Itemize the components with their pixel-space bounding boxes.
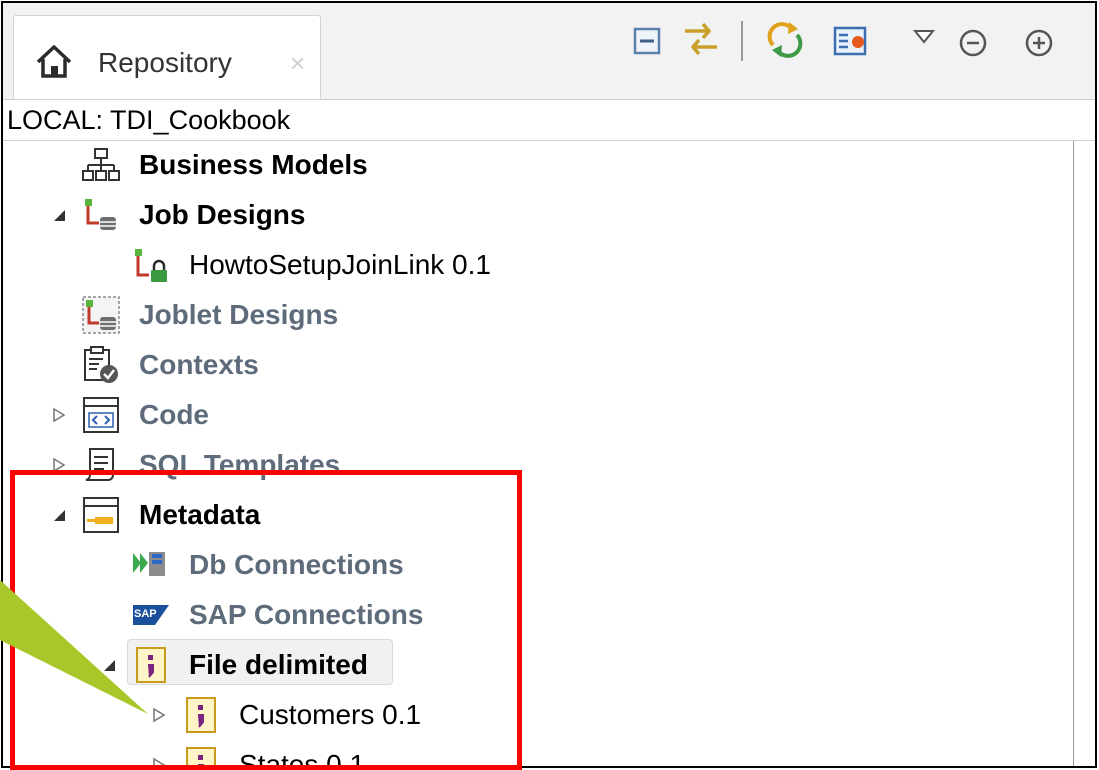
tree-item-db-connections[interactable]: Db Connections — [3, 541, 1073, 589]
sql-templates-icon — [81, 445, 121, 485]
tree-item-label: Joblet Designs — [139, 299, 339, 330]
zoom-in-icon[interactable] — [1021, 23, 1057, 63]
tree-item-label: SAP Connections — [189, 599, 424, 630]
tree-item-job[interactable]: HowtoSetupJoinLink 0.1 — [3, 241, 1073, 289]
repository-path-bar: LOCAL: TDI_Cookbook — [3, 99, 1095, 141]
hierarchy-icon — [81, 145, 121, 185]
tree-item-label: States 0.1 — [239, 749, 366, 768]
locked-job-icon — [131, 245, 171, 285]
tree-item-sql-templates[interactable]: SQL Templates — [3, 441, 1073, 489]
tree-item-contexts[interactable]: Contexts — [3, 341, 1073, 389]
tree-item-label: Business Models — [139, 149, 368, 180]
tree-item-label: Job Designs — [139, 199, 306, 230]
repository-path-label: LOCAL: TDI_Cookbook — [7, 105, 291, 135]
expanded-arrow-icon[interactable] — [101, 657, 117, 673]
refresh-icon[interactable] — [763, 19, 807, 59]
tab-label: Repository — [98, 47, 232, 78]
vertical-scrollbar[interactable] — [1073, 141, 1095, 766]
repository-panel: Repository × LOCAL: TDI_Cookbook Busines… — [1, 1, 1097, 768]
tree-item-label: Metadata — [139, 499, 261, 530]
home-icon — [34, 42, 74, 80]
tree-item-metadata[interactable]: Metadata — [3, 491, 1073, 539]
file-delimited-icon — [181, 695, 221, 735]
tree-item-label: SQL Templates — [139, 449, 341, 480]
dropdown-triangle-icon[interactable] — [909, 17, 939, 57]
collapsed-arrow-icon[interactable] — [151, 707, 167, 723]
tree-item-code[interactable]: Code — [3, 391, 1073, 439]
tree-item-label: Db Connections — [189, 549, 404, 580]
toolbar-separator — [741, 21, 743, 61]
link-with-editor-icon[interactable] — [679, 19, 723, 59]
repository-tree: Business Models Job Designs HowtoSetupJo… — [3, 141, 1095, 768]
tree-item-sap-connections[interactable]: SAP SAP Connections — [3, 591, 1073, 639]
joblet-designs-icon — [81, 295, 121, 335]
code-icon — [81, 395, 121, 435]
collapse-all-icon[interactable] — [627, 21, 667, 61]
file-delimited-icon — [131, 645, 171, 685]
job-designs-icon — [81, 195, 121, 235]
tree-item-states[interactable]: States 0.1 — [3, 741, 1073, 768]
collapsed-arrow-icon[interactable] — [51, 407, 67, 423]
expanded-arrow-icon[interactable] — [51, 207, 67, 223]
tree-item-job-designs[interactable]: Job Designs — [3, 191, 1073, 239]
view-menu-icon[interactable] — [829, 21, 873, 61]
contexts-icon — [81, 345, 121, 385]
tree-item-joblet-designs[interactable]: Joblet Designs — [3, 291, 1073, 339]
expanded-arrow-icon[interactable] — [51, 507, 67, 523]
sap-icon: SAP — [131, 595, 171, 635]
metadata-icon — [81, 495, 121, 535]
tree-item-label: HowtoSetupJoinLink 0.1 — [189, 249, 491, 280]
panel-header: Repository × — [3, 3, 1095, 99]
collapsed-arrow-icon[interactable] — [51, 457, 67, 473]
tab-repository[interactable]: Repository × — [13, 15, 321, 99]
collapsed-arrow-icon[interactable] — [151, 757, 167, 766]
tree-item-label: Code — [139, 399, 209, 430]
tree-item-label: File delimited — [189, 649, 368, 680]
tree-item-label: Customers 0.1 — [239, 699, 422, 730]
tree-item-business-models[interactable]: Business Models — [3, 141, 1073, 189]
zoom-out-icon[interactable] — [955, 23, 991, 63]
close-icon[interactable]: × — [290, 48, 305, 78]
sap-badge-text: SAP — [134, 608, 157, 620]
db-connections-icon — [131, 545, 171, 585]
file-delimited-icon — [181, 745, 221, 766]
tree-item-file-delimited[interactable]: File delimited — [3, 639, 1073, 689]
tree-item-label: Contexts — [139, 349, 259, 380]
tree-item-customers[interactable]: Customers 0.1 — [3, 691, 1073, 739]
